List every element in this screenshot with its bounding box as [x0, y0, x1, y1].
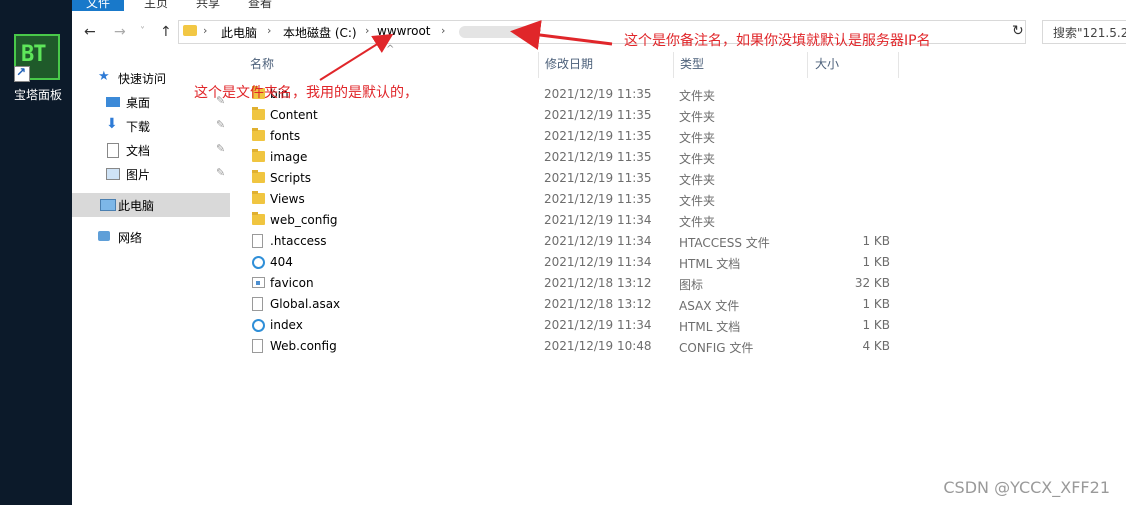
file-icon: [252, 297, 263, 311]
file-name: .htaccess: [270, 234, 327, 248]
table-row[interactable]: .htaccess 2021/12/19 11:34 HTACCESS 文件 1 KB: [240, 231, 940, 252]
shortcut-arrow-icon: [14, 65, 30, 82]
baota-panel-icon[interactable]: BT: [14, 34, 60, 82]
table-row[interactable]: index 2021/12/19 11:34 HTML 文档 1 KB: [240, 315, 940, 336]
file-name: index: [270, 318, 303, 332]
modified-date: 2021/12/19 11:34: [544, 213, 652, 227]
file-size: 1 KB: [862, 255, 890, 269]
arrow-to-remark: [510, 20, 613, 50]
html-document-icon: [252, 319, 265, 332]
baota-panel-label[interactable]: 宝塔面板: [0, 86, 76, 103]
file-name: 404: [270, 255, 293, 269]
file-name: web_config: [270, 213, 338, 227]
file-type: HTML 文档: [679, 257, 741, 271]
file-type: 文件夹: [679, 215, 716, 229]
file-size: 32 KB: [854, 276, 890, 290]
file-type: HTML 文档: [679, 320, 741, 334]
file-type: HTACCESS 文件: [679, 236, 770, 250]
file-name: Global.asax: [270, 297, 341, 311]
html-document-icon: [252, 256, 265, 269]
modified-date: 2021/12/18 13:12: [544, 297, 652, 311]
table-row[interactable]: 404 2021/12/19 11:34 HTML 文档 1 KB: [240, 252, 940, 273]
file-type: CONFIG 文件: [679, 341, 754, 355]
file-size: 1 KB: [862, 297, 890, 311]
baota-icon-text: BT: [21, 42, 46, 67]
modified-date: 2021/12/18 13:12: [544, 276, 652, 290]
annotation-folder-name: 这个是文件夹名，我用的是默认的，: [194, 85, 418, 101]
folder-icon: [252, 212, 265, 225]
image-file-icon: [252, 277, 265, 288]
file-icon: [252, 339, 263, 353]
table-row[interactable]: Web.config 2021/12/19 10:48 CONFIG 文件 4 KB: [240, 336, 940, 357]
modified-date: 2021/12/19 11:34: [544, 234, 652, 248]
file-type: ASAX 文件: [679, 299, 740, 313]
computer-icon: [100, 199, 116, 211]
file-size: 1 KB: [862, 318, 890, 332]
file-icon: [252, 234, 263, 248]
desktop-background: BT 宝塔面板: [0, 0, 72, 505]
arrow-to-folder: [319, 33, 394, 81]
table-row[interactable]: Global.asax 2021/12/18 13:12 ASAX 文件 1 KB: [240, 294, 940, 315]
watermark: CSDN @YCCX_XFF21: [943, 478, 1110, 497]
table-row[interactable]: web_config 2021/12/19 11:34 文件夹: [240, 210, 940, 231]
file-type: 图标: [679, 278, 704, 292]
file-name: Web.config: [270, 339, 337, 353]
nav-label: 网络: [118, 231, 143, 245]
file-explorer-window: 文件 主页 共享 查看 ← → ˅ ↑ › 此电脑 › 本地磁盘 (C:) › …: [72, 0, 1126, 505]
file-name: favicon: [270, 276, 314, 290]
file-size: 4 KB: [862, 339, 890, 353]
modified-date: 2021/12/19 11:34: [544, 255, 652, 269]
table-row[interactable]: favicon 2021/12/18 13:12 图标 32 KB: [240, 273, 940, 294]
nav-item-network[interactable]: 网络: [72, 225, 232, 249]
modified-date: 2021/12/19 11:34: [544, 318, 652, 332]
network-icon: [98, 231, 110, 241]
annotation-remark-name: 这个是你备注名，如果你没填就默认是服务器IP名: [624, 33, 931, 49]
modified-date: 2021/12/19 10:48: [544, 339, 652, 353]
file-size: 1 KB: [862, 234, 890, 248]
